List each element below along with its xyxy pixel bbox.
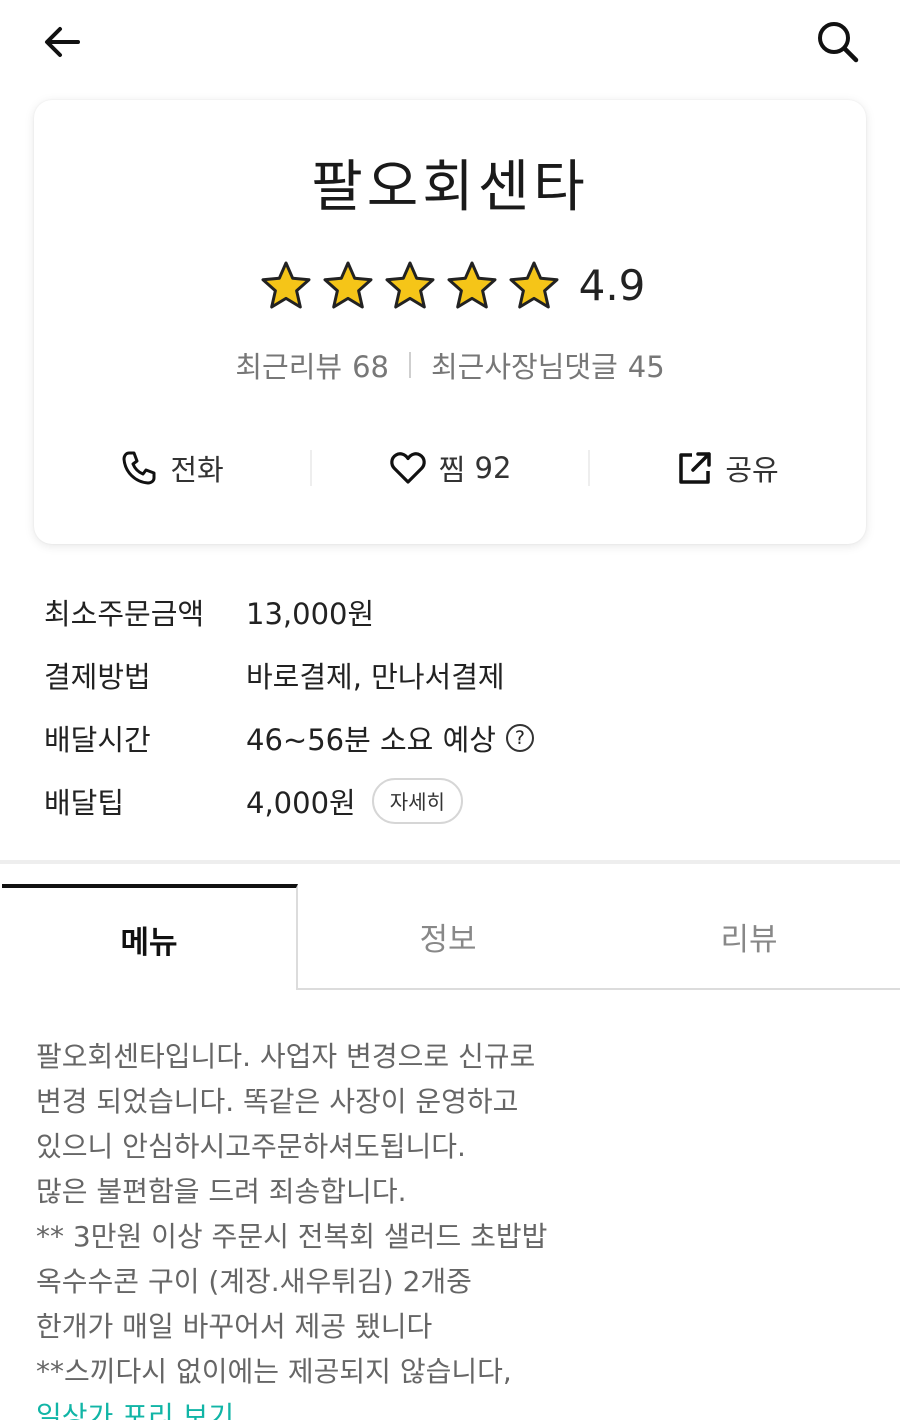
notice-line: ** 3만원 이상 주문시 전복회 샐러드 초밥밥 <box>36 1220 548 1253</box>
tab-bar: 메뉴 정보 리뷰 <box>0 884 900 990</box>
call-label: 전화 <box>170 453 224 487</box>
star-icon <box>385 261 435 309</box>
like-button[interactable]: 찜 92 <box>312 440 588 496</box>
like-count: 92 <box>474 451 512 485</box>
owner-comments-label: 최근사장님댓글 <box>430 350 618 384</box>
section-divider <box>0 860 900 864</box>
share-icon <box>679 452 712 484</box>
notice-line: **스끼다시 없이에는 제공되지 않습니다, <box>36 1355 512 1388</box>
notice-more-link[interactable]: 일상가 포리 보기 <box>36 1394 876 1420</box>
tab-info[interactable]: 정보 <box>298 884 598 990</box>
min-order-row: 최소주문금액 13,000원 <box>44 580 864 643</box>
rating-value: 4.9 <box>578 261 646 310</box>
star-icon <box>261 261 311 309</box>
back-button[interactable] <box>34 14 90 70</box>
search-icon <box>818 22 859 63</box>
like-label: 찜 <box>438 453 466 487</box>
rating-row: 4.9 <box>34 260 866 312</box>
delivery-time-row: 배달시간 46~56분 소요 예상 ? <box>44 706 864 769</box>
delivery-time-label: 배달시간 <box>44 722 151 757</box>
search-button[interactable] <box>810 14 866 70</box>
payment-row: 결제방법 바로결제, 만나서결제 <box>44 643 864 706</box>
share-button[interactable]: 공유 <box>590 440 866 496</box>
delivery-tip-row: 배달팁 4,000원 자세히 <box>44 769 864 832</box>
notice-line: 팔오회센타입니다. 사업자 변경으로 신규로 <box>36 1040 536 1073</box>
min-order-value: 13,000원 <box>246 596 375 631</box>
star-icon <box>323 261 373 309</box>
star-icon <box>447 261 497 309</box>
counts-separator <box>408 352 411 378</box>
delivery-tip-value: 4,000원 <box>246 785 356 820</box>
recent-reviews-link[interactable]: 최근리뷰 68 <box>235 344 389 386</box>
tab-menu[interactable]: 메뉴 <box>2 884 298 990</box>
star-icon <box>509 261 559 309</box>
delivery-tip-detail-button[interactable]: 자세히 <box>371 777 463 824</box>
action-bar: 전화 찜 92 공유 <box>34 440 866 496</box>
recent-reviews-label: 최근리뷰 <box>235 350 343 384</box>
review-counts: 최근리뷰 68 최근사장님댓글 45 <box>34 344 866 386</box>
tab-reviews[interactable]: 리뷰 <box>598 884 900 990</box>
notice-line: 한개가 매일 바꾸어서 제공 됐니다 <box>36 1310 433 1343</box>
delivery-time-wrap: 46~56분 소요 예상 ? <box>246 717 534 759</box>
store-name: 팔오회센타 <box>311 155 589 220</box>
store-notice: 팔오회센타입니다. 사업자 변경으로 신규로 변경 되었습니다. 똑같은 사장이… <box>36 1034 876 1420</box>
delivery-tip-wrap: 4,000원 자세히 <box>246 777 463 824</box>
recent-reviews-count: 68 <box>352 350 389 384</box>
store-card: 팔오회센타 4.9 최근리뷰 68 최근사장님댓글 45 전화 찜 92 공유 <box>34 100 866 544</box>
notice-line: 변경 되었습니다. 똑같은 사장이 운영하고 <box>36 1085 519 1118</box>
delivery-tip-label: 배달팁 <box>44 785 125 820</box>
store-info: 최소주문금액 13,000원 결제방법 바로결제, 만나서결제 배달시간 46~… <box>44 580 864 832</box>
call-button[interactable]: 전화 <box>34 440 310 496</box>
payment-value: 바로결제, 만나서결제 <box>246 659 505 694</box>
owner-comments-link[interactable]: 최근사장님댓글 45 <box>431 344 665 386</box>
heart-icon <box>389 452 426 484</box>
back-arrow-icon <box>45 27 80 57</box>
phone-icon <box>122 451 156 485</box>
payment-label: 결제방법 <box>44 659 151 694</box>
min-order-label: 최소주문금액 <box>44 596 205 631</box>
help-icon[interactable]: ? <box>505 723 534 752</box>
owner-comments-count: 45 <box>627 350 665 384</box>
delivery-time-value: 46~56분 소요 예상 <box>246 722 496 757</box>
top-bar <box>0 0 900 90</box>
notice-line: 있으니 안심하시고주문하셔도됩니다. <box>36 1130 466 1163</box>
share-label: 공유 <box>725 453 779 487</box>
notice-line: 옥수수콘 구이 (계장.새우튀김) 2개중 <box>36 1265 472 1298</box>
notice-line: 많은 불편함을 드려 죄송합니다. <box>36 1175 407 1208</box>
